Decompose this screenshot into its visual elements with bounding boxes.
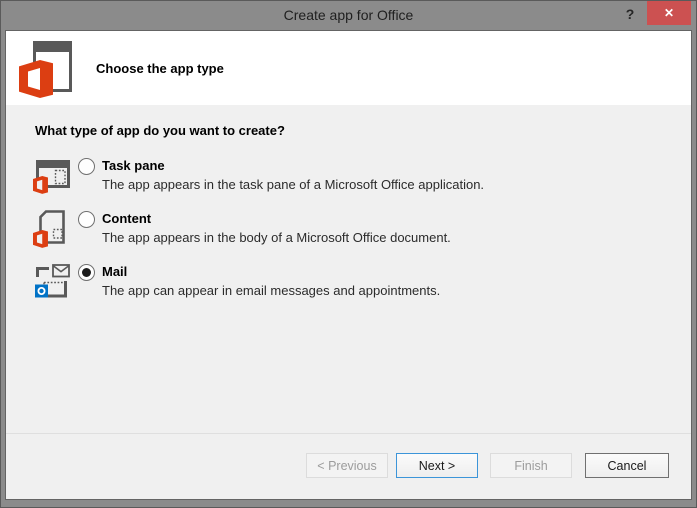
titlebar-buttons: ? ✕	[619, 1, 691, 26]
dialog-window: Create app for Office ? ✕ Choose the app…	[0, 0, 697, 508]
question-label: What type of app do you want to create?	[35, 123, 285, 138]
cancel-button[interactable]: Cancel	[585, 453, 669, 478]
mail-radio[interactable]	[78, 264, 95, 281]
option-mail[interactable]: Mail The app can appear in email message…	[33, 261, 661, 301]
content-radio[interactable]	[78, 211, 95, 228]
mail-app-icon	[35, 264, 70, 298]
task-pane-label: Task pane	[102, 158, 165, 173]
wizard-content: What type of app do you want to create? …	[6, 105, 691, 499]
mail-label: Mail	[102, 264, 128, 279]
wizard-footer: < Previous Next > Finish Cancel	[6, 433, 691, 499]
content-label: Content	[102, 211, 152, 226]
mail-description: The app can appear in email messages and…	[102, 283, 441, 298]
content-app-icon	[33, 210, 65, 248]
page-title: Choose the app type	[96, 60, 224, 76]
office-logo-icon	[19, 41, 72, 98]
window-title: Create app for Office	[283, 7, 414, 23]
previous-button[interactable]: < Previous	[306, 453, 388, 478]
close-icon[interactable]: ✕	[647, 1, 691, 25]
content-description: The app appears in the body of a Microso…	[102, 230, 451, 245]
help-icon[interactable]: ?	[619, 1, 641, 26]
dialog-body: Choose the app type What type of app do …	[5, 30, 692, 500]
task-pane-app-icon	[33, 160, 70, 194]
option-content[interactable]: Content The app appears in the body of a…	[33, 208, 661, 248]
task-pane-radio[interactable]	[78, 158, 95, 175]
next-button[interactable]: Next >	[396, 453, 478, 478]
finish-button[interactable]: Finish	[490, 453, 572, 478]
option-task-pane[interactable]: Task pane The app appears in the task pa…	[33, 155, 661, 195]
task-pane-description: The app appears in the task pane of a Mi…	[102, 177, 485, 192]
wizard-banner: Choose the app type	[6, 31, 691, 105]
titlebar[interactable]: Create app for Office ? ✕	[5, 1, 692, 30]
